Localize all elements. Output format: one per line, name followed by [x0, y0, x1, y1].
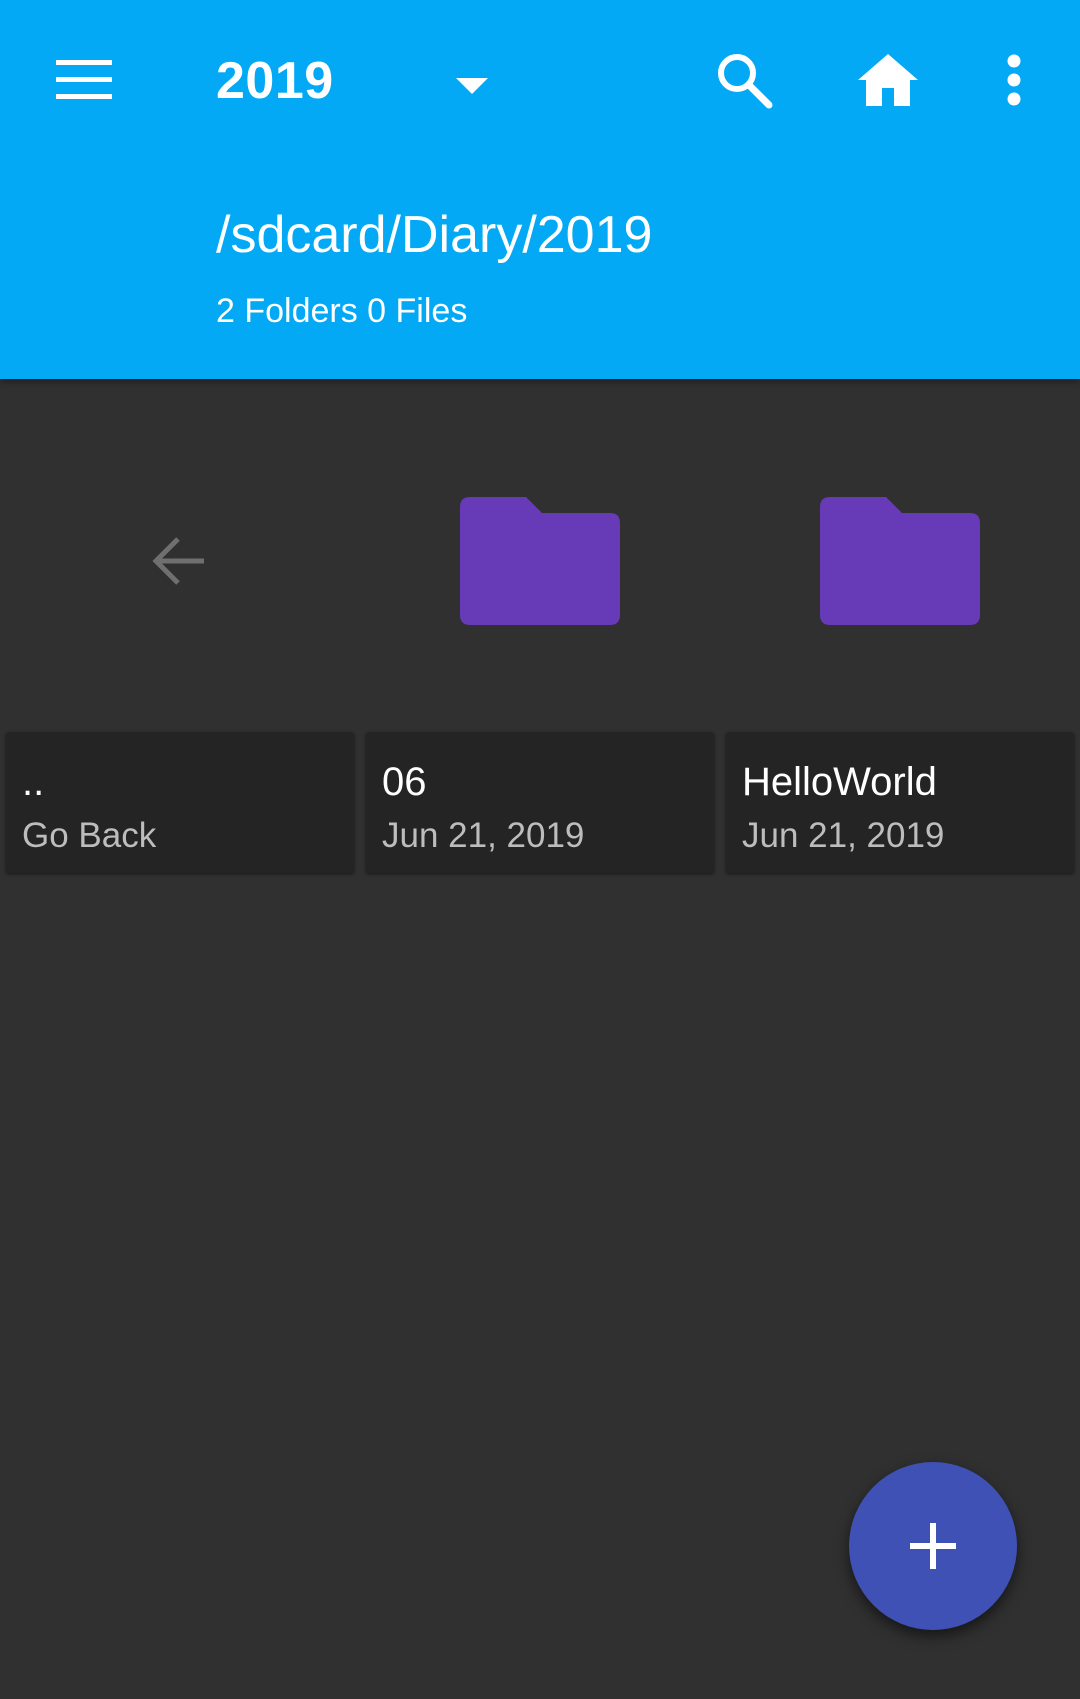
- menu-icon: [56, 60, 112, 99]
- home-icon: [858, 54, 918, 106]
- go-back-caption: .. Go Back: [6, 732, 354, 873]
- folder-thumbnail: [366, 390, 714, 732]
- item-name: ..: [22, 760, 45, 804]
- more-vertical-icon: [1007, 54, 1021, 106]
- folder-caption: 06 Jun 21, 2019: [366, 732, 714, 873]
- folder-icon: [820, 497, 980, 625]
- folder-title: 2019: [216, 52, 334, 110]
- folder-item[interactable]: HelloWorld Jun 21, 2019: [726, 390, 1074, 873]
- folder-file-count: 2 Folders 0 Files: [216, 292, 468, 330]
- search-button[interactable]: [694, 35, 794, 125]
- add-button[interactable]: [849, 1462, 1017, 1630]
- more-options-button[interactable]: [964, 35, 1064, 125]
- go-back-item[interactable]: .. Go Back: [6, 390, 354, 873]
- item-subtitle: Go Back: [22, 816, 157, 855]
- current-path: /sdcard/Diary/2019: [216, 206, 653, 264]
- folder-title-dropdown[interactable]: 2019: [216, 40, 506, 122]
- home-button[interactable]: [838, 35, 938, 125]
- item-name: 06: [382, 760, 427, 804]
- search-icon: [718, 54, 773, 109]
- folder-item[interactable]: 06 Jun 21, 2019: [366, 390, 714, 873]
- item-name: HelloWorld: [742, 760, 937, 804]
- go-back-thumbnail: [6, 390, 354, 732]
- app-bar: 2019 /sdcard/Diary/2019 2 Folders 0 File…: [0, 0, 1080, 379]
- plus-icon: [910, 1523, 956, 1569]
- item-date: Jun 21, 2019: [382, 816, 585, 855]
- dropdown-arrow-icon: [456, 78, 488, 94]
- folder-thumbnail: [726, 390, 1074, 732]
- folder-icon: [460, 497, 620, 625]
- item-date: Jun 21, 2019: [742, 816, 945, 855]
- folder-caption: HelloWorld Jun 21, 2019: [726, 732, 1074, 873]
- arrow-back-icon: [152, 537, 204, 585]
- menu-button[interactable]: [34, 35, 134, 125]
